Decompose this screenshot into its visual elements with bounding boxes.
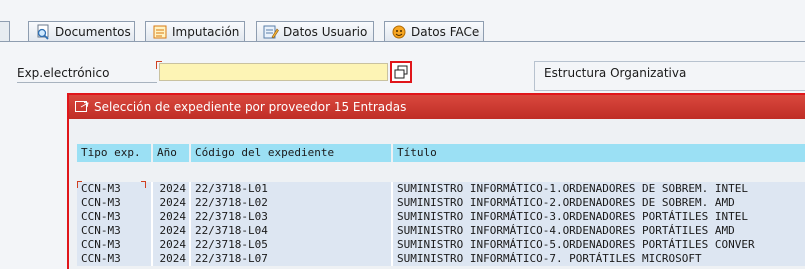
cell-titulo: SUMINISTRO INFORMÁTICO-4.ORDENADORES POR…	[393, 224, 805, 238]
cell-ano: 2024	[153, 196, 191, 210]
exp-electronico-input[interactable]	[159, 63, 388, 81]
user-data-icon	[263, 25, 279, 38]
tab-label: Documentos	[55, 24, 131, 39]
cell-tipo-exp: CCN-M3	[77, 210, 153, 224]
cell-titulo: SUMINISTRO INFORMÁTICO-3.ORDENADORES POR…	[393, 210, 805, 224]
cell-ano: 2024	[153, 252, 191, 266]
cell-ano: 2024	[153, 238, 191, 252]
focus-marker	[77, 181, 82, 188]
table-row[interactable]: CCN-M3 2024 22/3718-L01 SUMINISTRO INFOR…	[77, 182, 805, 196]
table-row[interactable]: CCN-M3 2024 22/3718-L05 SUMINISTRO INFOR…	[77, 238, 805, 252]
tab-stub	[0, 21, 10, 41]
imputation-icon	[153, 25, 167, 38]
cell-tipo-exp: CCN-M3	[77, 252, 153, 266]
table-row[interactable]: CCN-M3 2024 22/3718-L03 SUMINISTRO INFOR…	[77, 210, 805, 224]
cell-codigo: 22/3718-L07	[191, 252, 393, 266]
popup-window-icon	[75, 101, 89, 112]
cell-titulo: SUMINISTRO INFORMÁTICO-2.ORDENADORES DE …	[393, 196, 805, 210]
cell-tipo-exp: CCN-M3	[77, 224, 153, 238]
focus-marker	[141, 181, 146, 188]
cell-codigo: 22/3718-L03	[191, 210, 393, 224]
cell-codigo: 22/3718-L04	[191, 224, 393, 238]
results-table-header: Tipo exp. Año Código del expediente Títu…	[77, 144, 805, 162]
tab-documentos[interactable]: Documentos	[28, 21, 135, 41]
value-help-button[interactable]	[390, 61, 412, 83]
tab-label: Datos Usuario	[283, 24, 368, 39]
required-marker	[156, 61, 162, 69]
tab-imputacion[interactable]: Imputación	[145, 21, 245, 41]
cell-tipo-exp: CCN-M3	[77, 238, 153, 252]
documents-search-icon	[37, 24, 49, 40]
estructura-organizativa-group: Estructura Organizativa	[534, 61, 805, 91]
cell-titulo: SUMINISTRO INFORMÁTICO-5.ORDENADORES POR…	[393, 238, 805, 252]
tab-label: Datos FACe	[411, 24, 480, 39]
column-header-titulo[interactable]: Título	[393, 144, 805, 162]
results-table-body: CCN-M3 2024 22/3718-L01 SUMINISTRO INFOR…	[77, 182, 805, 266]
cell-ano: 2024	[153, 182, 191, 196]
field-label-underline	[17, 82, 157, 83]
tab-datos-usuario[interactable]: Datos Usuario	[256, 21, 374, 41]
value-help-icon	[394, 65, 408, 79]
tab-label: Imputación	[172, 24, 240, 39]
popup-title-bar[interactable]: Selección de expediente por proveedor 15…	[69, 95, 805, 119]
column-header-codigo[interactable]: Código del expediente	[191, 144, 393, 162]
column-header-ano[interactable]: Año	[153, 144, 191, 162]
exp-electronico-label: Exp.electrónico	[17, 66, 110, 80]
cell-codigo: 22/3718-L05	[191, 238, 393, 252]
tab-strip: Documentos Imputación Datos Usuario Dato…	[0, 0, 805, 42]
cell-tipo-exp: CCN-M3	[77, 196, 153, 210]
column-header-tipo-exp[interactable]: Tipo exp.	[77, 144, 153, 162]
face-data-icon	[392, 25, 406, 38]
group-title: Estructura Organizativa	[544, 66, 687, 80]
table-row[interactable]: CCN-M3 2024 22/3718-L07 SUMINISTRO INFOR…	[77, 252, 805, 266]
cell-codigo: 22/3718-L02	[191, 196, 393, 210]
value-help-popup: Selección de expediente por proveedor 15…	[67, 93, 805, 269]
cell-ano: 2024	[153, 224, 191, 238]
cell-codigo: 22/3718-L01	[191, 182, 393, 196]
popup-title: Selección de expediente por proveedor 15…	[94, 100, 407, 114]
cell-ano: 2024	[153, 210, 191, 224]
cell-titulo: SUMINISTRO INFORMÁTICO-7. PORTÁTILES MIC…	[393, 252, 805, 266]
table-row[interactable]: CCN-M3 2024 22/3718-L02 SUMINISTRO INFOR…	[77, 196, 805, 210]
table-row[interactable]: CCN-M3 2024 22/3718-L04 SUMINISTRO INFOR…	[77, 224, 805, 238]
tab-datos-face[interactable]: Datos FACe	[384, 21, 484, 41]
cell-titulo: SUMINISTRO INFORMÁTICO-1.ORDENADORES DE …	[393, 182, 805, 196]
